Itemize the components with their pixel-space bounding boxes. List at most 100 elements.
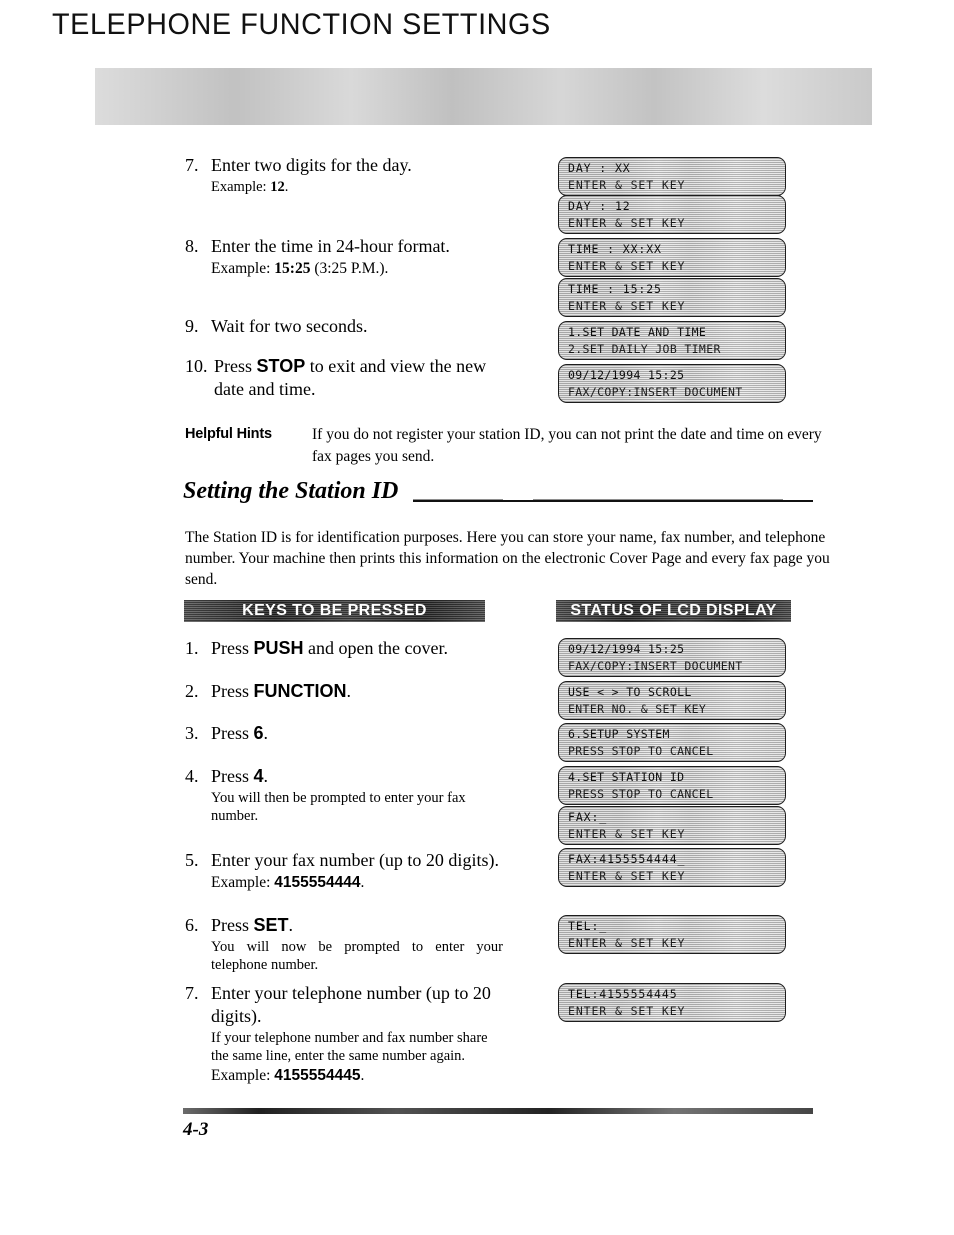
- top-step-10-key: STOP: [256, 356, 306, 376]
- main-step-7-example-value: 4155554445: [274, 1067, 361, 1084]
- lcd-line-1: 4.SET STATION ID: [568, 770, 685, 784]
- main-step-5-example: Example: 4155554444.: [211, 873, 501, 892]
- lcd-line-2: ENTER & SET KEY: [568, 216, 686, 230]
- section-heading-rule: [413, 499, 813, 502]
- lcd-display-set-station-id: 4.SET STATION ID PRESS STOP TO CANCEL: [558, 766, 786, 805]
- top-step-7-example-prefix: Example:: [211, 179, 271, 195]
- lcd-text: TIME : 15:25 ENTER & SET KEY: [559, 279, 785, 315]
- lcd-display-standby: 09/12/1994 15:25 FAX/COPY:INSERT DOCUMEN…: [558, 638, 786, 677]
- lcd-display-fax-empty: FAX:_ ENTER & SET KEY: [558, 806, 786, 845]
- lcd-line-1: TEL:4155554445: [568, 987, 678, 1001]
- main-step-6: 6. Press SET. You will now be prompted t…: [185, 914, 505, 974]
- top-step-8-number: 8.: [185, 236, 199, 256]
- top-step-8-text: Enter the time in 24-hour format.: [211, 236, 450, 256]
- lcd-line-2: ENTER NO. & SET KEY: [568, 702, 707, 716]
- main-step-5-example-suffix: .: [360, 874, 365, 891]
- main-step-1-body: Press PUSH and open the cover.: [211, 637, 515, 660]
- main-step-2-text-pre: Press: [211, 681, 254, 701]
- top-step-7-body: Enter two digits for the day. Example: 1…: [211, 154, 515, 196]
- main-step-6-text-pre: Press: [211, 915, 254, 935]
- lcd-display-time-1525: TIME : 15:25 ENTER & SET KEY: [558, 278, 786, 317]
- top-step-8-body: Enter the time in 24-hour format. Exampl…: [211, 235, 525, 278]
- main-step-1-number: 1.: [185, 638, 199, 658]
- lcd-line-2: ENTER & SET KEY: [568, 178, 686, 192]
- top-step-8-example-value: 15:25: [274, 260, 311, 277]
- main-step-1-text-pre: Press: [211, 638, 254, 658]
- lcd-text: FAX:_ ENTER & SET KEY: [559, 807, 785, 843]
- lcd-line-1: DAY : 12: [568, 199, 631, 213]
- lcd-text: 1.SET DATE AND TIME 2.SET DAILY JOB TIME…: [559, 322, 785, 358]
- lcd-line-1: 6.SETUP SYSTEM: [568, 727, 670, 741]
- lcd-line-1: TEL:_: [568, 919, 608, 933]
- main-step-5-number: 5.: [185, 850, 199, 870]
- top-step-8-example-suffix: (3:25 P.M.).: [310, 260, 389, 277]
- main-step-5-body: Enter your fax number (up to 20 digits).…: [211, 849, 501, 892]
- page-title: TELEPHONE FUNCTION SETTINGS: [52, 8, 551, 41]
- lcd-text: FAX:4155554444_ ENTER & SET KEY: [559, 849, 785, 885]
- rule-fragment: [413, 499, 503, 500]
- lcd-display-fax-number: FAX:4155554444_ ENTER & SET KEY: [558, 848, 786, 887]
- lcd-display-scroll-prompt: USE < > TO SCROLL ENTER NO. & SET KEY: [558, 681, 786, 720]
- lcd-display-tel-number: TEL:4155554445 ENTER & SET KEY: [558, 983, 786, 1022]
- lcd-line-2: ENTER & SET KEY: [568, 259, 686, 273]
- main-step-3-number: 3.: [185, 723, 199, 743]
- top-step-10-number: 10.: [185, 356, 208, 376]
- main-step-5: 5. Enter your fax number (up to 20 digit…: [185, 849, 505, 892]
- main-step-6-body: Press SET. You will now be prompted to e…: [211, 914, 505, 974]
- lcd-text: DAY : 12 ENTER & SET KEY: [559, 196, 785, 232]
- top-step-8-example: Example: 15:25 (3:25 P.M.).: [211, 259, 525, 278]
- main-step-6-number: 6.: [185, 915, 199, 935]
- lcd-text: 09/12/1994 15:25 FAX/COPY:INSERT DOCUMEN…: [559, 639, 785, 675]
- lcd-line-2: ENTER & SET KEY: [568, 936, 686, 950]
- lcd-display-time-blank: TIME : XX:XX ENTER & SET KEY: [558, 238, 786, 277]
- lcd-text: TEL:_ ENTER & SET KEY: [559, 916, 785, 952]
- main-step-7-text: Enter your telephone number (up to 20 di…: [211, 983, 491, 1026]
- lcd-line-2: FAX/COPY:INSERT DOCUMENT: [568, 659, 743, 673]
- lcd-text: DAY : XX ENTER & SET KEY: [559, 158, 785, 194]
- main-step-3-text-pre: Press: [211, 723, 254, 743]
- main-step-4-number: 4.: [185, 766, 199, 786]
- main-step-6-text-post: .: [288, 915, 294, 935]
- lcd-display-standby-date: 09/12/1994 15:25 FAX/COPY:INSERT DOCUMEN…: [558, 364, 786, 403]
- main-step-3-text-post: .: [263, 723, 269, 743]
- page-header-band: [95, 68, 872, 125]
- main-step-4: 4. Press 4. You will then be prompted to…: [185, 765, 505, 825]
- main-step-1: 1. Press PUSH and open the cover.: [185, 637, 515, 660]
- footer-rule: [183, 1108, 813, 1114]
- main-step-4-key: 4: [253, 766, 264, 786]
- top-step-10-text-pre: Press: [214, 356, 257, 376]
- main-step-4-note: You will then be prompted to enter your …: [211, 790, 466, 824]
- lcd-line-2: PRESS STOP TO CANCEL: [568, 787, 714, 801]
- lcd-text: TEL:4155554445 ENTER & SET KEY: [559, 984, 785, 1020]
- lcd-text: 4.SET STATION ID PRESS STOP TO CANCEL: [559, 767, 785, 803]
- lcd-line-2: ENTER & SET KEY: [568, 827, 686, 841]
- lcd-line-1: FAX:_: [568, 810, 608, 824]
- lcd-text: 6.SETUP SYSTEM PRESS STOP TO CANCEL: [559, 724, 785, 760]
- helpful-hints-label: Helpful Hints: [185, 426, 272, 442]
- main-step-2-body: Press FUNCTION.: [211, 680, 515, 703]
- top-step-10: 10. Press STOP to exit and view the new …: [185, 355, 505, 401]
- lcd-line-1: TIME : XX:XX: [568, 242, 662, 256]
- lcd-line-2: ENTER & SET KEY: [568, 869, 686, 883]
- helpful-hints: Helpful Hints If you do not register you…: [185, 424, 835, 468]
- banner-keys-to-be-pressed: KEYS TO BE PRESSED: [184, 600, 485, 622]
- lcd-line-1: DAY : XX: [568, 161, 631, 175]
- lcd-text: 09/12/1994 15:25 FAX/COPY:INSERT DOCUMEN…: [559, 365, 785, 401]
- top-step-9: 9. Wait for two seconds.: [185, 315, 515, 338]
- top-step-8-example-prefix: Example:: [211, 260, 275, 277]
- main-step-7-number: 7.: [185, 983, 199, 1003]
- lcd-line-2: PRESS STOP TO CANCEL: [568, 744, 714, 758]
- top-step-7-number: 7.: [185, 155, 199, 175]
- main-step-7-example-suffix: .: [360, 1067, 365, 1084]
- lcd-display-tel-empty: TEL:_ ENTER & SET KEY: [558, 915, 786, 954]
- main-step-2-number: 2.: [185, 681, 199, 701]
- main-step-7-note: If your telephone number and fax number …: [211, 1030, 488, 1064]
- main-step-4-body: Press 4. You will then be prompted to en…: [211, 765, 505, 825]
- header-band-texture: [95, 68, 872, 125]
- top-step-9-body: Wait for two seconds.: [211, 316, 368, 336]
- lcd-line-1: TIME : 15:25: [568, 282, 662, 296]
- main-step-5-text: Enter your fax number (up to 20 digits).: [211, 850, 499, 870]
- main-step-7: 7. Enter your telephone number (up to 20…: [185, 982, 505, 1085]
- document-page: TELEPHONE FUNCTION SETTINGS 7. Enter two…: [0, 0, 954, 1235]
- rule-fragment: [533, 499, 783, 500]
